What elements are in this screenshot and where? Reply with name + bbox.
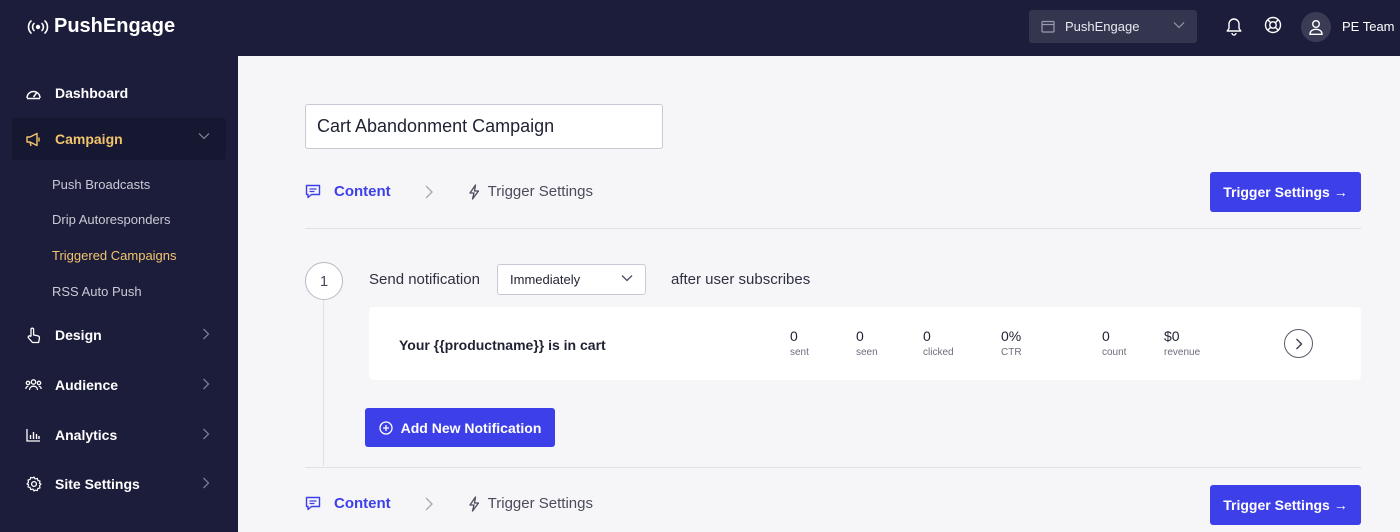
plus-circle-icon — [378, 420, 393, 435]
sidebar-item-label: Dashboard — [55, 85, 129, 101]
chevron-right-icon — [425, 497, 433, 511]
tab-trigger-label: Trigger Settings — [487, 183, 593, 200]
stat-ctr: 0% CTR — [1001, 328, 1022, 358]
chevron-down-icon — [1173, 21, 1185, 29]
sidebar-subitem-drip-autoresponders[interactable]: Drip Autoresponders — [52, 212, 171, 227]
sidebar-item-label: Analytics — [55, 427, 118, 443]
after-subscribes-label: after user subscribes — [671, 271, 811, 288]
bar-chart-icon — [25, 427, 42, 444]
stat-value: 0% — [1001, 328, 1022, 344]
lightning-icon — [468, 495, 480, 512]
message-icon — [305, 496, 321, 511]
message-icon — [305, 184, 321, 199]
sidebar-item-label: Site Settings — [55, 476, 140, 492]
sidebar-item-label: Design — [55, 327, 102, 343]
stat-clicked: 0 clicked — [923, 328, 954, 358]
tab-content[interactable]: Content — [305, 183, 391, 200]
step-nav-top: Content Trigger Settings — [305, 183, 593, 200]
site-selector[interactable]: PushEngage — [1029, 10, 1197, 43]
sidebar-item-campaign[interactable]: Campaign — [12, 118, 226, 160]
sidebar: Dashboard Campaign Push Broadcasts Drip … — [0, 56, 238, 532]
calendar-icon — [1041, 20, 1055, 33]
notification-card[interactable]: Your {{productname}} is in cart 0 sent 0… — [369, 307, 1361, 380]
brand-name: PushEngage — [54, 15, 176, 37]
tab-trigger-label: Trigger Settings — [487, 495, 593, 512]
users-group-icon — [25, 377, 42, 394]
sidebar-item-analytics[interactable]: Analytics — [12, 414, 226, 456]
brand-logo[interactable]: PushEngage — [26, 15, 175, 38]
sequence-step-number: 1 — [305, 262, 343, 300]
trigger-settings-button-bottom[interactable]: Trigger Settings → — [1210, 485, 1361, 525]
lightning-icon — [468, 183, 480, 200]
megaphone-icon — [25, 131, 42, 148]
sidebar-item-site-settings[interactable]: Site Settings — [12, 463, 226, 505]
sidebar-item-dashboard[interactable]: Dashboard — [12, 72, 226, 114]
chevron-right-icon — [1295, 338, 1302, 349]
sidebar-subitem-rss-auto-push[interactable]: RSS Auto Push — [52, 284, 142, 299]
divider — [305, 467, 1361, 468]
stat-seen: 0 seen — [856, 328, 878, 358]
chevron-right-icon — [202, 378, 210, 390]
stat-label: count — [1102, 347, 1127, 358]
timeline-line — [323, 300, 324, 466]
delay-select-value: Immediately — [510, 272, 581, 287]
tab-content-label: Content — [334, 183, 391, 200]
sidebar-item-label: Campaign — [55, 131, 123, 147]
bell-icon[interactable] — [1225, 16, 1243, 36]
step-nav-bottom: Content Trigger Settings — [305, 495, 593, 512]
trigger-settings-button-top[interactable]: Trigger Settings → — [1210, 172, 1361, 212]
divider — [305, 228, 1361, 229]
sidebar-subitem-triggered-campaigns[interactable]: Triggered Campaigns — [52, 248, 177, 263]
sidebar-subitem-push-broadcasts[interactable]: Push Broadcasts — [52, 177, 150, 192]
stat-value: 0 — [790, 328, 798, 344]
stat-label: sent — [790, 347, 809, 358]
tab-trigger-settings[interactable]: Trigger Settings — [468, 495, 593, 512]
chevron-right-icon — [425, 185, 433, 199]
gear-icon — [25, 476, 42, 493]
stat-value: 0 — [923, 328, 931, 344]
campaign-name-input[interactable]: Cart Abandonment Campaign — [305, 104, 663, 149]
sidebar-item-audience[interactable]: Audience — [12, 364, 226, 406]
chevron-right-icon — [202, 477, 210, 489]
main-content: Cart Abandonment Campaign Content Trigge… — [238, 56, 1400, 532]
avatar[interactable] — [1301, 12, 1331, 42]
stat-count: 0 count — [1102, 328, 1126, 358]
chevron-down-icon — [198, 132, 210, 140]
stat-value: 0 — [856, 328, 864, 344]
stat-label: revenue — [1164, 347, 1201, 358]
user-icon — [1309, 20, 1323, 35]
broadcast-icon — [27, 19, 49, 34]
site-selector-value: PushEngage — [1065, 19, 1140, 34]
pointer-hand-icon — [25, 327, 42, 344]
chevron-down-icon — [621, 274, 633, 282]
chevron-right-icon — [202, 328, 210, 340]
sidebar-item-design[interactable]: Design — [12, 314, 226, 356]
add-new-notification-label: Add New Notification — [400, 419, 542, 436]
chevron-right-icon — [202, 428, 210, 440]
add-new-notification-button[interactable]: Add New Notification — [365, 408, 555, 447]
tab-content[interactable]: Content — [305, 495, 391, 512]
tab-trigger-settings[interactable]: Trigger Settings — [468, 183, 593, 200]
stat-label: clicked — [923, 347, 954, 358]
help-lifebuoy-icon[interactable] — [1264, 16, 1282, 34]
stat-value: $0 — [1164, 328, 1180, 344]
stat-label: seen — [856, 347, 878, 358]
stat-label: CTR — [1001, 347, 1022, 358]
top-bar: PushEngage PushEngage PE Team — [0, 0, 1400, 56]
open-notification-button[interactable] — [1284, 329, 1313, 358]
stat-revenue: $0 revenue — [1164, 328, 1200, 358]
send-notification-label: Send notification — [369, 271, 480, 288]
delay-select[interactable]: Immediately — [497, 264, 646, 295]
user-menu-name[interactable]: PE Team — [1342, 19, 1395, 34]
sidebar-item-label: Audience — [55, 377, 119, 393]
stat-value: 0 — [1102, 328, 1110, 344]
notification-title: Your {{productname}} is in cart — [399, 337, 606, 353]
dashboard-gauge-icon — [25, 85, 42, 102]
stat-sent: 0 sent — [790, 328, 809, 358]
tab-content-label: Content — [334, 495, 391, 512]
